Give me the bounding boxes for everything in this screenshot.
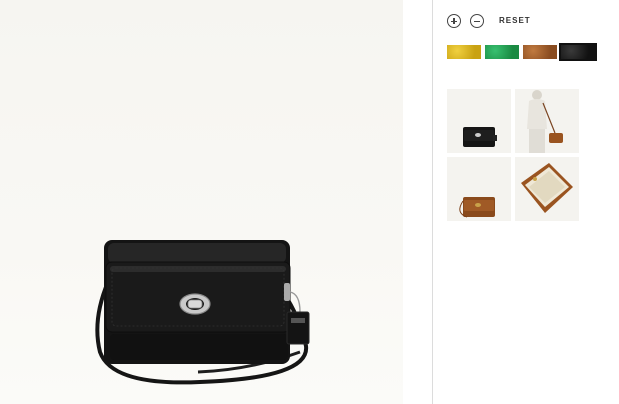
thumbnail-black-front[interactable] <box>447 89 511 153</box>
zoom-out-icon[interactable] <box>470 14 484 28</box>
thumbnail-open-interior[interactable] <box>515 157 579 221</box>
swatch-green[interactable] <box>485 45 519 59</box>
black-bag-thumbnail-image <box>463 127 497 147</box>
reset-button[interactable]: RESET <box>499 16 531 25</box>
brown-bag-thumbnail-image <box>459 197 495 218</box>
black-crossbody-bag-image <box>95 240 310 385</box>
zoom-in-icon[interactable] <box>447 14 461 28</box>
swatch-black[interactable] <box>559 43 597 61</box>
main-product-image[interactable] <box>0 0 403 404</box>
model-with-brown-bag-thumbnail-image <box>527 90 563 153</box>
swatch-brown[interactable] <box>523 45 557 59</box>
swatch-yellow[interactable] <box>447 45 481 59</box>
thumbnail-brown-front[interactable] <box>447 157 511 221</box>
thumbnail-worn-model[interactable] <box>515 89 579 153</box>
panel-divider <box>432 0 433 404</box>
open-bag-interior-thumbnail-image <box>521 163 573 213</box>
